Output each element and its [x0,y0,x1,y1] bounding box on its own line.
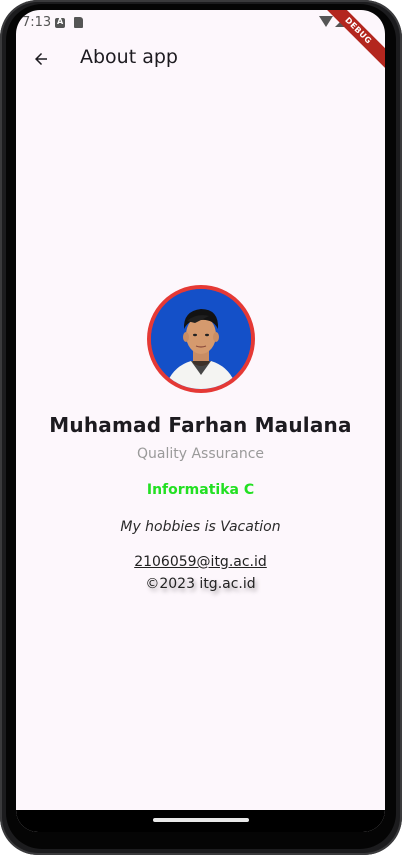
profile-role: Quality Assurance [136,446,265,462]
sd-card-icon [74,17,83,28]
arrow-back-icon [35,53,47,65]
status-bar: 7:13 [16,10,385,36]
profile-class: Informatika C [146,482,255,498]
wifi-icon [319,16,333,27]
avatar [150,289,251,389]
profile-name: Muhamad Farhan Maulana [49,413,352,437]
status-time: 7:13 [22,15,52,30]
avatar-ring [146,285,255,393]
phone-frame: 7:13 DEBUG About app [0,0,402,855]
profile-hobby: My hobbies is Vacation [120,519,281,535]
back-button[interactable] [26,44,56,74]
email-link[interactable]: 2106059@itg.ac.id [16,554,385,570]
app-screen: 7:13 DEBUG About app [16,10,385,832]
a-icon [55,17,65,28]
app-bar: About app [16,36,385,84]
copyright-text: ©2023 itg.ac.id [145,576,256,592]
system-nav-bar [16,810,385,832]
person-photo-icon [150,289,251,389]
page-title: About app [80,46,178,68]
profile-section: Muhamad Farhan Maulana Quality Assurance… [16,285,385,592]
home-indicator[interactable] [153,818,249,822]
